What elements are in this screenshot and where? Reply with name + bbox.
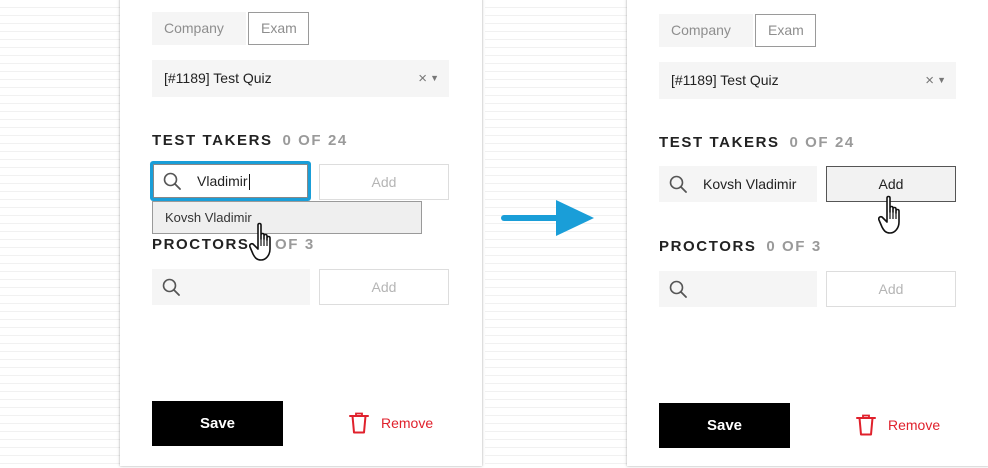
proctors-add-button[interactable]: Add: [826, 271, 956, 307]
test-takers-search-input[interactable]: Vladimir: [153, 164, 308, 198]
autocomplete-option[interactable]: Kovsh Vladimir: [152, 201, 422, 234]
search-icon: [669, 175, 687, 193]
proctors-count: 0 OF 3: [766, 238, 822, 255]
text-cursor: [248, 174, 250, 191]
chevron-down-icon[interactable]: ▼: [937, 62, 946, 99]
trash-icon: [856, 414, 876, 436]
test-takers-heading: TEST TAKERS 0 OF 24: [659, 134, 855, 151]
proctors-heading: PROCTORS 0 OF 3: [152, 236, 315, 253]
save-button[interactable]: Save: [659, 403, 790, 448]
proctors-add-button[interactable]: Add: [319, 269, 449, 305]
close-icon[interactable]: ×: [418, 60, 427, 97]
tab-company[interactable]: Company: [659, 14, 753, 47]
remove-label: Remove: [888, 417, 941, 433]
assign-panel-before: Company Exam [#1189] Test Quiz × ▼ TEST …: [120, 0, 482, 466]
close-icon[interactable]: ×: [925, 62, 934, 99]
test-takers-count: 0 OF 24: [789, 134, 855, 151]
save-button[interactable]: Save: [152, 401, 283, 446]
search-icon: [163, 172, 181, 190]
quiz-select-value: [#1189] Test Quiz: [671, 72, 779, 88]
quiz-select-value: [#1189] Test Quiz: [164, 70, 272, 86]
trash-icon: [349, 412, 369, 434]
test-takers-title: TEST TAKERS: [152, 132, 273, 149]
assign-panel-after: Company Exam [#1189] Test Quiz × ▼ TEST …: [627, 0, 988, 466]
arrow-right-icon: [501, 200, 594, 236]
quiz-select[interactable]: [#1189] Test Quiz × ▼: [152, 60, 449, 97]
background-lines-left: [0, 0, 122, 468]
test-takers-count: 0 OF 24: [282, 132, 348, 149]
hand-pointer-icon: [249, 222, 271, 261]
search-icon: [162, 278, 180, 296]
hand-pointer-icon: [878, 195, 900, 234]
test-takers-search-input[interactable]: Kovsh Vladimir: [659, 166, 817, 202]
quiz-select[interactable]: [#1189] Test Quiz × ▼: [659, 62, 956, 99]
test-takers-search-value: Kovsh Vladimir: [703, 176, 797, 192]
remove-label: Remove: [381, 415, 434, 431]
test-takers-heading: TEST TAKERS 0 OF 24: [152, 132, 348, 149]
search-icon: [669, 280, 687, 298]
tab-exam[interactable]: Exam: [248, 12, 309, 45]
test-takers-add-button[interactable]: Add: [319, 164, 449, 200]
proctors-heading: PROCTORS 0 OF 3: [659, 238, 822, 255]
tab-exam[interactable]: Exam: [755, 14, 816, 47]
test-takers-title: TEST TAKERS: [659, 134, 780, 151]
proctors-title: PROCTORS: [659, 238, 757, 255]
chevron-down-icon[interactable]: ▼: [430, 60, 439, 97]
proctors-search-input[interactable]: [152, 269, 310, 305]
test-takers-search-value: Vladimir: [197, 173, 248, 189]
proctors-search-input[interactable]: [659, 271, 817, 307]
proctors-title: PROCTORS: [152, 236, 250, 253]
tab-company[interactable]: Company: [152, 12, 246, 45]
